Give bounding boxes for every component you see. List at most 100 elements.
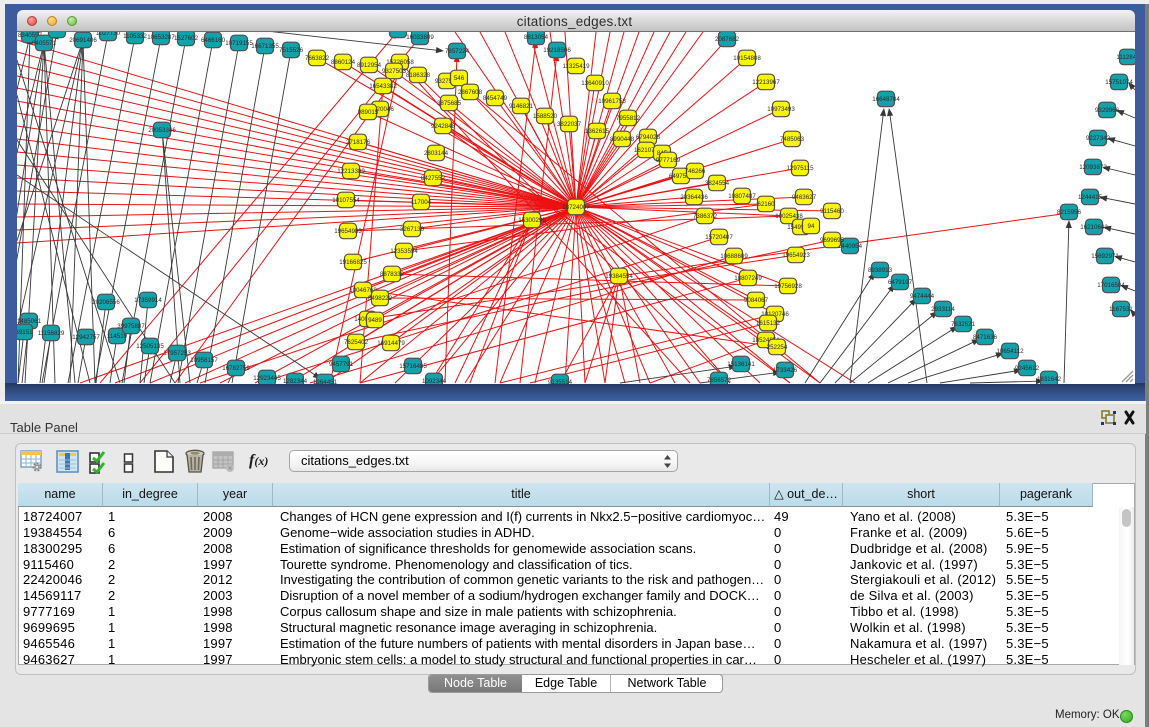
svg-text:114519: 114519 — [107, 333, 128, 340]
svg-text:15136141: 15136141 — [727, 361, 755, 368]
svg-text:1364451: 1364451 — [313, 379, 338, 384]
svg-text:7663822: 7663822 — [305, 55, 330, 62]
svg-text:2087682: 2087682 — [715, 36, 740, 43]
svg-text:20691406: 20691406 — [69, 37, 97, 44]
svg-text:17359914: 17359914 — [134, 297, 162, 304]
svg-text:9245612: 9245612 — [1015, 365, 1040, 372]
svg-text:12975115: 12975115 — [786, 165, 814, 172]
svg-text:1615132: 1615132 — [756, 320, 781, 327]
svg-text:8215956: 8215956 — [1057, 209, 1082, 216]
svg-text:18807249: 18807249 — [734, 275, 762, 282]
svg-text:8186328: 8186328 — [406, 72, 431, 79]
svg-text:9405571: 9405571 — [32, 40, 57, 47]
svg-text:19166825: 19166825 — [339, 259, 367, 266]
svg-text:10807487: 10807487 — [728, 193, 756, 200]
svg-text:12505135: 12505135 — [136, 343, 164, 350]
svg-text:1733426: 1733426 — [773, 367, 798, 374]
svg-text:9489: 9489 — [368, 317, 382, 324]
svg-text:9327503: 9327503 — [382, 68, 407, 75]
svg-text:8938913: 8938913 — [868, 267, 893, 274]
svg-text:17016504: 17016504 — [1097, 282, 1125, 289]
svg-text:16543382: 16543382 — [369, 83, 397, 90]
svg-text:252254: 252254 — [767, 344, 788, 351]
svg-text:3822037: 3822037 — [557, 121, 582, 128]
svg-text:746266: 746266 — [685, 168, 706, 175]
svg-text:20364436: 20364436 — [680, 194, 708, 201]
svg-text:8912954: 8912954 — [357, 62, 382, 69]
svg-text:1244415: 1244415 — [1078, 194, 1103, 201]
svg-text:8454749: 8454749 — [483, 95, 508, 102]
svg-text:10973493: 10973493 — [767, 106, 795, 113]
svg-text:8860124: 8860124 — [331, 59, 356, 66]
svg-text:8471636: 8471636 — [973, 334, 998, 341]
svg-text:989015: 989015 — [358, 109, 379, 116]
svg-text:19218506: 19218506 — [543, 47, 571, 54]
svg-text:9329966: 9329966 — [1095, 107, 1120, 114]
svg-text:9457791: 9457791 — [329, 361, 354, 368]
svg-text:2803144: 2803144 — [424, 150, 449, 157]
svg-text:10653287: 10653287 — [147, 34, 175, 41]
svg-text:9115460: 9115460 — [820, 208, 844, 215]
svg-text:11325419: 11325419 — [562, 63, 590, 70]
svg-text:12923445: 12923445 — [253, 375, 281, 382]
svg-text:7485063: 7485063 — [780, 136, 805, 143]
svg-text:2933114: 2933114 — [931, 306, 955, 313]
svg-text:12213967: 12213967 — [752, 79, 780, 86]
svg-text:1527602: 1527602 — [174, 35, 199, 42]
svg-text:3267130: 3267130 — [400, 226, 425, 233]
svg-text:8990448: 8990448 — [610, 136, 635, 143]
svg-text:39151: 39151 — [17, 329, 33, 336]
svg-text:9146821: 9146821 — [509, 103, 534, 110]
svg-text:9227342: 9227342 — [1086, 135, 1111, 142]
svg-text:12353594: 12353594 — [390, 248, 418, 255]
svg-text:7955812: 7955812 — [616, 115, 641, 122]
svg-text:16671355: 16671355 — [251, 43, 279, 50]
svg-text:16033809: 16033809 — [406, 34, 434, 41]
svg-text:10107554: 10107554 — [332, 197, 360, 204]
svg-text:2718176: 2718176 — [346, 139, 371, 146]
svg-text:7632621: 7632621 — [951, 321, 976, 328]
svg-text:12942757: 12942757 — [72, 334, 100, 341]
svg-text:15716485: 15716485 — [399, 363, 427, 370]
svg-text:18724007: 18724007 — [562, 204, 590, 211]
svg-text:10654112: 10654112 — [996, 348, 1024, 355]
svg-text:8813054: 8813054 — [524, 34, 549, 41]
svg-text:19654983: 19654983 — [334, 228, 362, 235]
svg-text:15300295: 15300295 — [518, 217, 546, 224]
svg-text:1027730: 1027730 — [96, 32, 121, 37]
svg-text:12213389: 12213389 — [337, 168, 365, 175]
svg-text:20053346: 20053346 — [148, 127, 176, 134]
svg-text:16648784: 16648784 — [872, 96, 900, 103]
svg-text:16210643: 16210643 — [1080, 224, 1108, 231]
svg-text:15692971: 15692971 — [1091, 253, 1119, 260]
svg-text:1362615: 1362615 — [585, 128, 610, 135]
svg-text:10719155: 10719155 — [225, 40, 253, 47]
svg-text:1092344: 1092344 — [422, 378, 447, 384]
svg-text:1965319: 1965319 — [45, 32, 70, 34]
svg-text:7386372: 7386372 — [693, 213, 718, 220]
svg-text:9135514: 9135514 — [548, 379, 573, 384]
svg-text:39975887: 39975887 — [117, 323, 145, 330]
svg-text:546: 546 — [454, 75, 465, 82]
svg-text:8427552: 8427552 — [421, 175, 446, 182]
svg-text:1105332: 1105332 — [123, 33, 147, 40]
svg-text:9777169: 9777169 — [656, 157, 681, 164]
svg-text:19756928: 19756928 — [774, 283, 802, 290]
svg-text:2867608: 2867608 — [458, 89, 483, 96]
svg-text:16914479: 16914479 — [377, 340, 405, 347]
svg-text:15720407: 15720407 — [705, 234, 733, 241]
svg-text:9699695: 9699695 — [820, 237, 845, 244]
svg-text:16782759: 16782759 — [222, 365, 250, 372]
svg-text:62160: 62160 — [757, 201, 775, 208]
svg-text:1831642: 1831642 — [1037, 376, 1062, 383]
svg-text:10154808: 10154808 — [733, 55, 761, 62]
svg-text:1440954: 1440954 — [838, 243, 863, 250]
svg-text:9474444: 9474444 — [910, 293, 935, 300]
svg-text:15751074: 15751074 — [1105, 79, 1133, 86]
svg-text:1588520: 1588520 — [533, 113, 558, 120]
svg-text:19384554: 19384554 — [605, 273, 633, 280]
svg-text:9242848: 9242848 — [431, 123, 456, 130]
svg-text:117004: 117004 — [411, 199, 432, 206]
svg-text:1167531: 1167531 — [1109, 306, 1133, 313]
svg-text:9084067: 9084067 — [744, 297, 769, 304]
